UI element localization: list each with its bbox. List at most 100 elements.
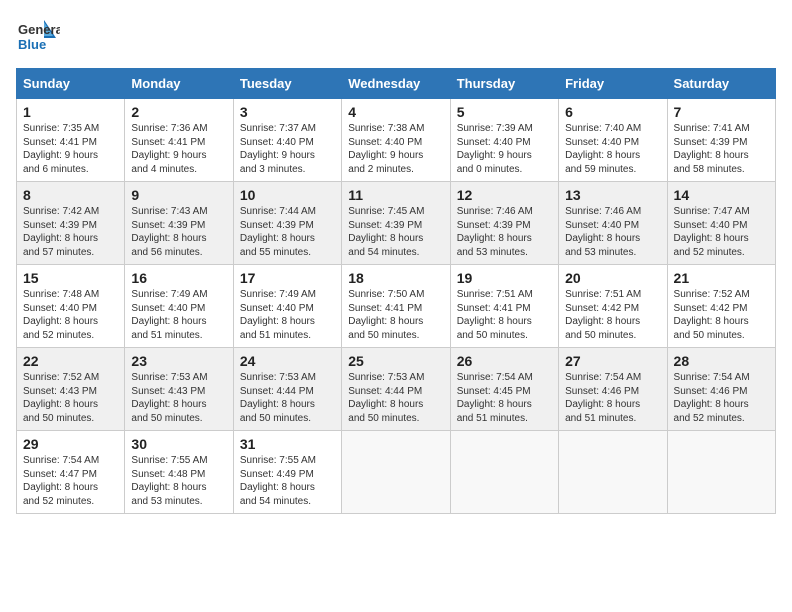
day-number: 11 [348, 187, 443, 203]
day-number: 19 [457, 270, 552, 286]
calendar-week-row: 15Sunrise: 7:48 AMSunset: 4:40 PMDayligh… [17, 265, 776, 348]
day-number: 16 [131, 270, 226, 286]
calendar-header-row: SundayMondayTuesdayWednesdayThursdayFrid… [17, 69, 776, 99]
day-header-monday: Monday [125, 69, 233, 99]
day-info: Sunrise: 7:39 AMSunset: 4:40 PMDaylight:… [457, 122, 552, 176]
day-info: Sunrise: 7:40 AMSunset: 4:40 PMDaylight:… [565, 122, 660, 176]
day-number: 5 [457, 104, 552, 120]
table-row: 16 Sunrise: 7:49 AMSunset: 4:40 PMDayligh… [125, 265, 233, 348]
day-number: 14 [674, 187, 769, 203]
day-info: Sunrise: 7:36 AMSunset: 4:41 PMDaylight:… [131, 122, 226, 176]
day-info: Sunrise: 7:52 AMSunset: 4:42 PMDaylight:… [674, 288, 769, 342]
day-number: 22 [23, 353, 118, 369]
table-row: 11 Sunrise: 7:45 AMSunset: 4:39 PMDayligh… [342, 182, 450, 265]
day-header-friday: Friday [559, 69, 667, 99]
day-info: Sunrise: 7:49 AMSunset: 4:40 PMDaylight:… [131, 288, 226, 342]
table-row: 2 Sunrise: 7:36 AMSunset: 4:41 PMDaylight… [125, 99, 233, 182]
calendar-week-row: 29Sunrise: 7:54 AMSunset: 4:47 PMDayligh… [17, 431, 776, 514]
day-info: Sunrise: 7:51 AMSunset: 4:42 PMDaylight:… [565, 288, 660, 342]
table-row: 23 Sunrise: 7:53 AMSunset: 4:43 PMDayligh… [125, 348, 233, 431]
table-row: 15Sunrise: 7:48 AMSunset: 4:40 PMDayligh… [17, 265, 125, 348]
table-row: 30 Sunrise: 7:55 AMSunset: 4:48 PMDayligh… [125, 431, 233, 514]
day-number: 31 [240, 436, 335, 452]
logo-svg: GeneralBlue [16, 16, 60, 60]
day-number: 1 [23, 104, 118, 120]
table-row: 19 Sunrise: 7:51 AMSunset: 4:41 PMDayligh… [450, 265, 558, 348]
day-header-sunday: Sunday [17, 69, 125, 99]
table-row: 20 Sunrise: 7:51 AMSunset: 4:42 PMDayligh… [559, 265, 667, 348]
day-number: 4 [348, 104, 443, 120]
calendar-week-row: 22 Sunrise: 7:52 AMSunset: 4:43 PMDayligh… [17, 348, 776, 431]
table-row [559, 431, 667, 514]
calendar-week-row: 8Sunrise: 7:42 AMSunset: 4:39 PMDaylight… [17, 182, 776, 265]
day-number: 23 [131, 353, 226, 369]
day-number: 10 [240, 187, 335, 203]
day-number: 20 [565, 270, 660, 286]
table-row: 28 Sunrise: 7:54 AMSunset: 4:46 PMDayligh… [667, 348, 775, 431]
day-info: Sunrise: 7:48 AMSunset: 4:40 PMDaylight:… [23, 288, 118, 342]
table-row: 6Sunrise: 7:40 AMSunset: 4:40 PMDaylight… [559, 99, 667, 182]
calendar-table: SundayMondayTuesdayWednesdayThursdayFrid… [16, 68, 776, 514]
day-info: Sunrise: 7:53 AMSunset: 4:43 PMDaylight:… [131, 371, 226, 425]
table-row: 8Sunrise: 7:42 AMSunset: 4:39 PMDaylight… [17, 182, 125, 265]
day-number: 8 [23, 187, 118, 203]
day-info: Sunrise: 7:51 AMSunset: 4:41 PMDaylight:… [457, 288, 552, 342]
day-number: 7 [674, 104, 769, 120]
day-info: Sunrise: 7:38 AMSunset: 4:40 PMDaylight:… [348, 122, 443, 176]
day-number: 26 [457, 353, 552, 369]
day-info: Sunrise: 7:46 AMSunset: 4:39 PMDaylight:… [457, 205, 552, 259]
svg-text:Blue: Blue [18, 37, 46, 52]
table-row: 25 Sunrise: 7:53 AMSunset: 4:44 PMDayligh… [342, 348, 450, 431]
day-info: Sunrise: 7:41 AMSunset: 4:39 PMDaylight:… [674, 122, 769, 176]
day-number: 17 [240, 270, 335, 286]
day-number: 28 [674, 353, 769, 369]
day-number: 2 [131, 104, 226, 120]
table-row: 14 Sunrise: 7:47 AMSunset: 4:40 PMDayligh… [667, 182, 775, 265]
table-row [342, 431, 450, 514]
day-info: Sunrise: 7:53 AMSunset: 4:44 PMDaylight:… [240, 371, 335, 425]
table-row: 27Sunrise: 7:54 AMSunset: 4:46 PMDayligh… [559, 348, 667, 431]
day-number: 25 [348, 353, 443, 369]
table-row: 10 Sunrise: 7:44 AMSunset: 4:39 PMDayligh… [233, 182, 341, 265]
day-info: Sunrise: 7:54 AMSunset: 4:47 PMDaylight:… [23, 454, 118, 508]
calendar-week-row: 1 Sunrise: 7:35 AMSunset: 4:41 PMDaylight… [17, 99, 776, 182]
table-row: 7 Sunrise: 7:41 AMSunset: 4:39 PMDaylight… [667, 99, 775, 182]
table-row: 4 Sunrise: 7:38 AMSunset: 4:40 PMDaylight… [342, 99, 450, 182]
logo: GeneralBlue [16, 16, 60, 60]
table-row: 5 Sunrise: 7:39 AMSunset: 4:40 PMDaylight… [450, 99, 558, 182]
day-info: Sunrise: 7:35 AMSunset: 4:41 PMDaylight:… [23, 122, 118, 176]
day-number: 9 [131, 187, 226, 203]
day-info: Sunrise: 7:45 AMSunset: 4:39 PMDaylight:… [348, 205, 443, 259]
day-header-tuesday: Tuesday [233, 69, 341, 99]
day-header-saturday: Saturday [667, 69, 775, 99]
day-info: Sunrise: 7:43 AMSunset: 4:39 PMDaylight:… [131, 205, 226, 259]
table-row: 18Sunrise: 7:50 AMSunset: 4:41 PMDayligh… [342, 265, 450, 348]
day-info: Sunrise: 7:52 AMSunset: 4:43 PMDaylight:… [23, 371, 118, 425]
day-info: Sunrise: 7:54 AMSunset: 4:46 PMDaylight:… [674, 371, 769, 425]
day-header-thursday: Thursday [450, 69, 558, 99]
day-info: Sunrise: 7:37 AMSunset: 4:40 PMDaylight:… [240, 122, 335, 176]
table-row: 12Sunrise: 7:46 AMSunset: 4:39 PMDayligh… [450, 182, 558, 265]
day-info: Sunrise: 7:49 AMSunset: 4:40 PMDaylight:… [240, 288, 335, 342]
day-number: 3 [240, 104, 335, 120]
day-info: Sunrise: 7:55 AMSunset: 4:48 PMDaylight:… [131, 454, 226, 508]
day-number: 24 [240, 353, 335, 369]
day-info: Sunrise: 7:46 AMSunset: 4:40 PMDaylight:… [565, 205, 660, 259]
day-info: Sunrise: 7:44 AMSunset: 4:39 PMDaylight:… [240, 205, 335, 259]
table-row [450, 431, 558, 514]
day-number: 21 [674, 270, 769, 286]
table-row: 17 Sunrise: 7:49 AMSunset: 4:40 PMDayligh… [233, 265, 341, 348]
day-info: Sunrise: 7:50 AMSunset: 4:41 PMDaylight:… [348, 288, 443, 342]
day-info: Sunrise: 7:54 AMSunset: 4:45 PMDaylight:… [457, 371, 552, 425]
table-row: 24 Sunrise: 7:53 AMSunset: 4:44 PMDayligh… [233, 348, 341, 431]
day-number: 27 [565, 353, 660, 369]
table-row: 9 Sunrise: 7:43 AMSunset: 4:39 PMDaylight… [125, 182, 233, 265]
table-row: 22 Sunrise: 7:52 AMSunset: 4:43 PMDayligh… [17, 348, 125, 431]
table-row: 31Sunrise: 7:55 AMSunset: 4:49 PMDayligh… [233, 431, 341, 514]
day-info: Sunrise: 7:47 AMSunset: 4:40 PMDaylight:… [674, 205, 769, 259]
day-number: 13 [565, 187, 660, 203]
svg-text:General: General [18, 22, 60, 37]
day-header-wednesday: Wednesday [342, 69, 450, 99]
day-info: Sunrise: 7:53 AMSunset: 4:44 PMDaylight:… [348, 371, 443, 425]
day-number: 30 [131, 436, 226, 452]
